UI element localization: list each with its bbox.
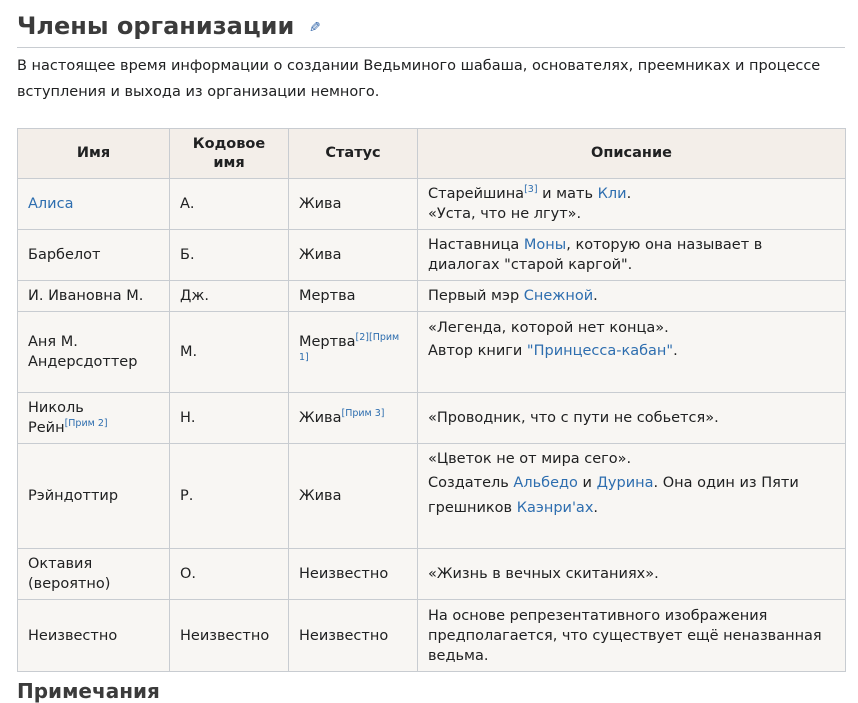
cell-code: Р. — [169, 443, 289, 549]
desc-text: . — [593, 500, 599, 516]
header-status: Статус — [288, 128, 418, 179]
header-code-name: Кодовое имя — [169, 128, 289, 179]
cell-status: Мертва[2][Прим 1] — [288, 311, 418, 393]
pencil-icon[interactable]: ✎ — [309, 20, 321, 36]
cell-description: Старейшина[3] и мать Кли. «Уста, что не … — [417, 178, 846, 230]
table-row: Барбелот Б. Жива Наставница Моны, котору… — [17, 229, 846, 281]
cell-status: Жива[Прим 3] — [288, 392, 418, 444]
desc-text: Автор книги — [428, 343, 527, 359]
desc-text: «Легенда, которой нет конца». — [428, 320, 669, 336]
desc-text: Наставница — [428, 237, 524, 253]
members-table: Имя Кодовое имя Статус Описание Алиса А. … — [17, 128, 846, 672]
link-alisa[interactable]: Алиса — [28, 196, 73, 212]
table-row: Николь Рейн[Прим 2] Н. Жива[Прим 3] «Пров… — [17, 392, 846, 444]
cell-description: На основе репрезентативного изображения … — [417, 599, 846, 672]
desc-text: «Цветок не от мира сего». — [428, 451, 632, 467]
section-title: Члены организации — [17, 12, 295, 40]
next-section-heading: Примечания — [17, 679, 160, 703]
cell-description: Первый мэр Снежной. — [417, 280, 846, 312]
desc-text: . — [673, 343, 678, 359]
link-mona[interactable]: Моны — [524, 237, 566, 253]
cell-name: Рэйндоттир — [17, 443, 170, 549]
cell-code: М. — [169, 311, 289, 393]
cell-name: Николь Рейн[Прим 2] — [17, 392, 170, 444]
desc-text: Создатель — [428, 475, 514, 491]
cell-status: Неизвестно — [288, 548, 418, 600]
cell-name: Аня М. Андерсдоттер — [17, 311, 170, 393]
name-line: Рейн — [28, 420, 65, 436]
desc-text: . — [626, 186, 632, 202]
desc-text: Старейшина — [428, 186, 525, 202]
cell-code: Б. — [169, 229, 289, 281]
intro-paragraph: В настоящее время информации о создании … — [17, 58, 821, 100]
status-text: Жива — [299, 410, 342, 426]
cell-name: Октавия (вероятно) — [17, 548, 170, 600]
cell-description: «Цветок не от мира сего». Создатель Альб… — [417, 443, 846, 549]
cell-name: И. Ивановна М. — [17, 280, 170, 312]
name-line: Николь — [28, 400, 84, 416]
header-code-line1: Кодовое — [192, 135, 266, 152]
link-book[interactable]: "Принцесса-кабан" — [527, 343, 673, 359]
cell-code: А. — [169, 178, 289, 230]
desc-text: . — [593, 288, 598, 304]
cell-status: Жива — [288, 178, 418, 230]
cell-status: Неизвестно — [288, 599, 418, 672]
section-heading: Члены организации ✎ — [17, 10, 845, 48]
cell-code: Дж. — [169, 280, 289, 312]
desc-text: и — [577, 475, 597, 491]
link-durin[interactable]: Дурина — [597, 475, 654, 491]
desc-text: и мать — [537, 186, 598, 202]
ref-link[interactable]: [2] — [356, 332, 369, 343]
table-header-row: Имя Кодовое имя Статус Описание — [17, 128, 846, 179]
table-row: Октавия (вероятно) О. Неизвестно «Жизнь в… — [17, 548, 846, 600]
cell-status: Жива — [288, 443, 418, 549]
cell-name: Барбелот — [17, 229, 170, 281]
ref-link[interactable]: [3] — [524, 184, 537, 195]
name-line: (вероятно) — [28, 576, 111, 592]
status-text: Мертва — [299, 334, 356, 350]
table-row: Алиса А. Жива Старейшина[3] и мать Кли. … — [17, 178, 846, 230]
link-khaenriah[interactable]: Каэнри'ах — [517, 500, 594, 516]
link-snezhnaya[interactable]: Снежной — [524, 288, 593, 304]
name-line: Андерсдоттер — [28, 354, 138, 370]
desc-line: Автор книги "Принцесса-кабан". — [428, 340, 835, 363]
cell-description: «Жизнь в вечных скитаниях». — [417, 548, 846, 600]
desc-line: Создатель Альбедо и Дурина. Она один из … — [428, 471, 835, 521]
table-row: И. Ивановна М. Дж. Мертва Первый мэр Сне… — [17, 280, 846, 312]
cell-description: Наставница Моны, которую она называет в … — [417, 229, 846, 281]
table-row: Аня М. Андерсдоттер М. Мертва[2][Прим 1] … — [17, 311, 846, 393]
cell-code: О. — [169, 548, 289, 600]
link-kli[interactable]: Кли — [598, 186, 627, 202]
table-row: Рэйндоттир Р. Жива «Цветок не от мира се… — [17, 443, 846, 549]
cell-status: Мертва — [288, 280, 418, 312]
note-link[interactable]: [Прим 2] — [65, 418, 108, 429]
cell-status: Жива — [288, 229, 418, 281]
desc-text: «Уста, что не лгут». — [428, 206, 582, 222]
note-link[interactable]: [Прим 3] — [341, 408, 384, 419]
table-row: Неизвестно Неизвестно Неизвестно На осно… — [17, 599, 846, 672]
cell-code: Н. — [169, 392, 289, 444]
cell-description: «Легенда, которой нет конца». Автор книг… — [417, 311, 846, 393]
header-name: Имя — [17, 128, 170, 179]
desc-text: Первый мэр — [428, 288, 524, 304]
cell-description: «Проводник, что с пути не собьется». — [417, 392, 846, 444]
cell-name: Неизвестно — [17, 599, 170, 672]
name-line: Аня М. — [28, 334, 78, 350]
cell-name: Алиса — [17, 178, 170, 230]
name-line: Октавия — [28, 556, 93, 572]
header-code-line2: имя — [213, 154, 245, 171]
link-albedo[interactable]: Альбедо — [513, 475, 578, 491]
cell-code: Неизвестно — [169, 599, 289, 672]
header-description: Описание — [417, 128, 846, 179]
